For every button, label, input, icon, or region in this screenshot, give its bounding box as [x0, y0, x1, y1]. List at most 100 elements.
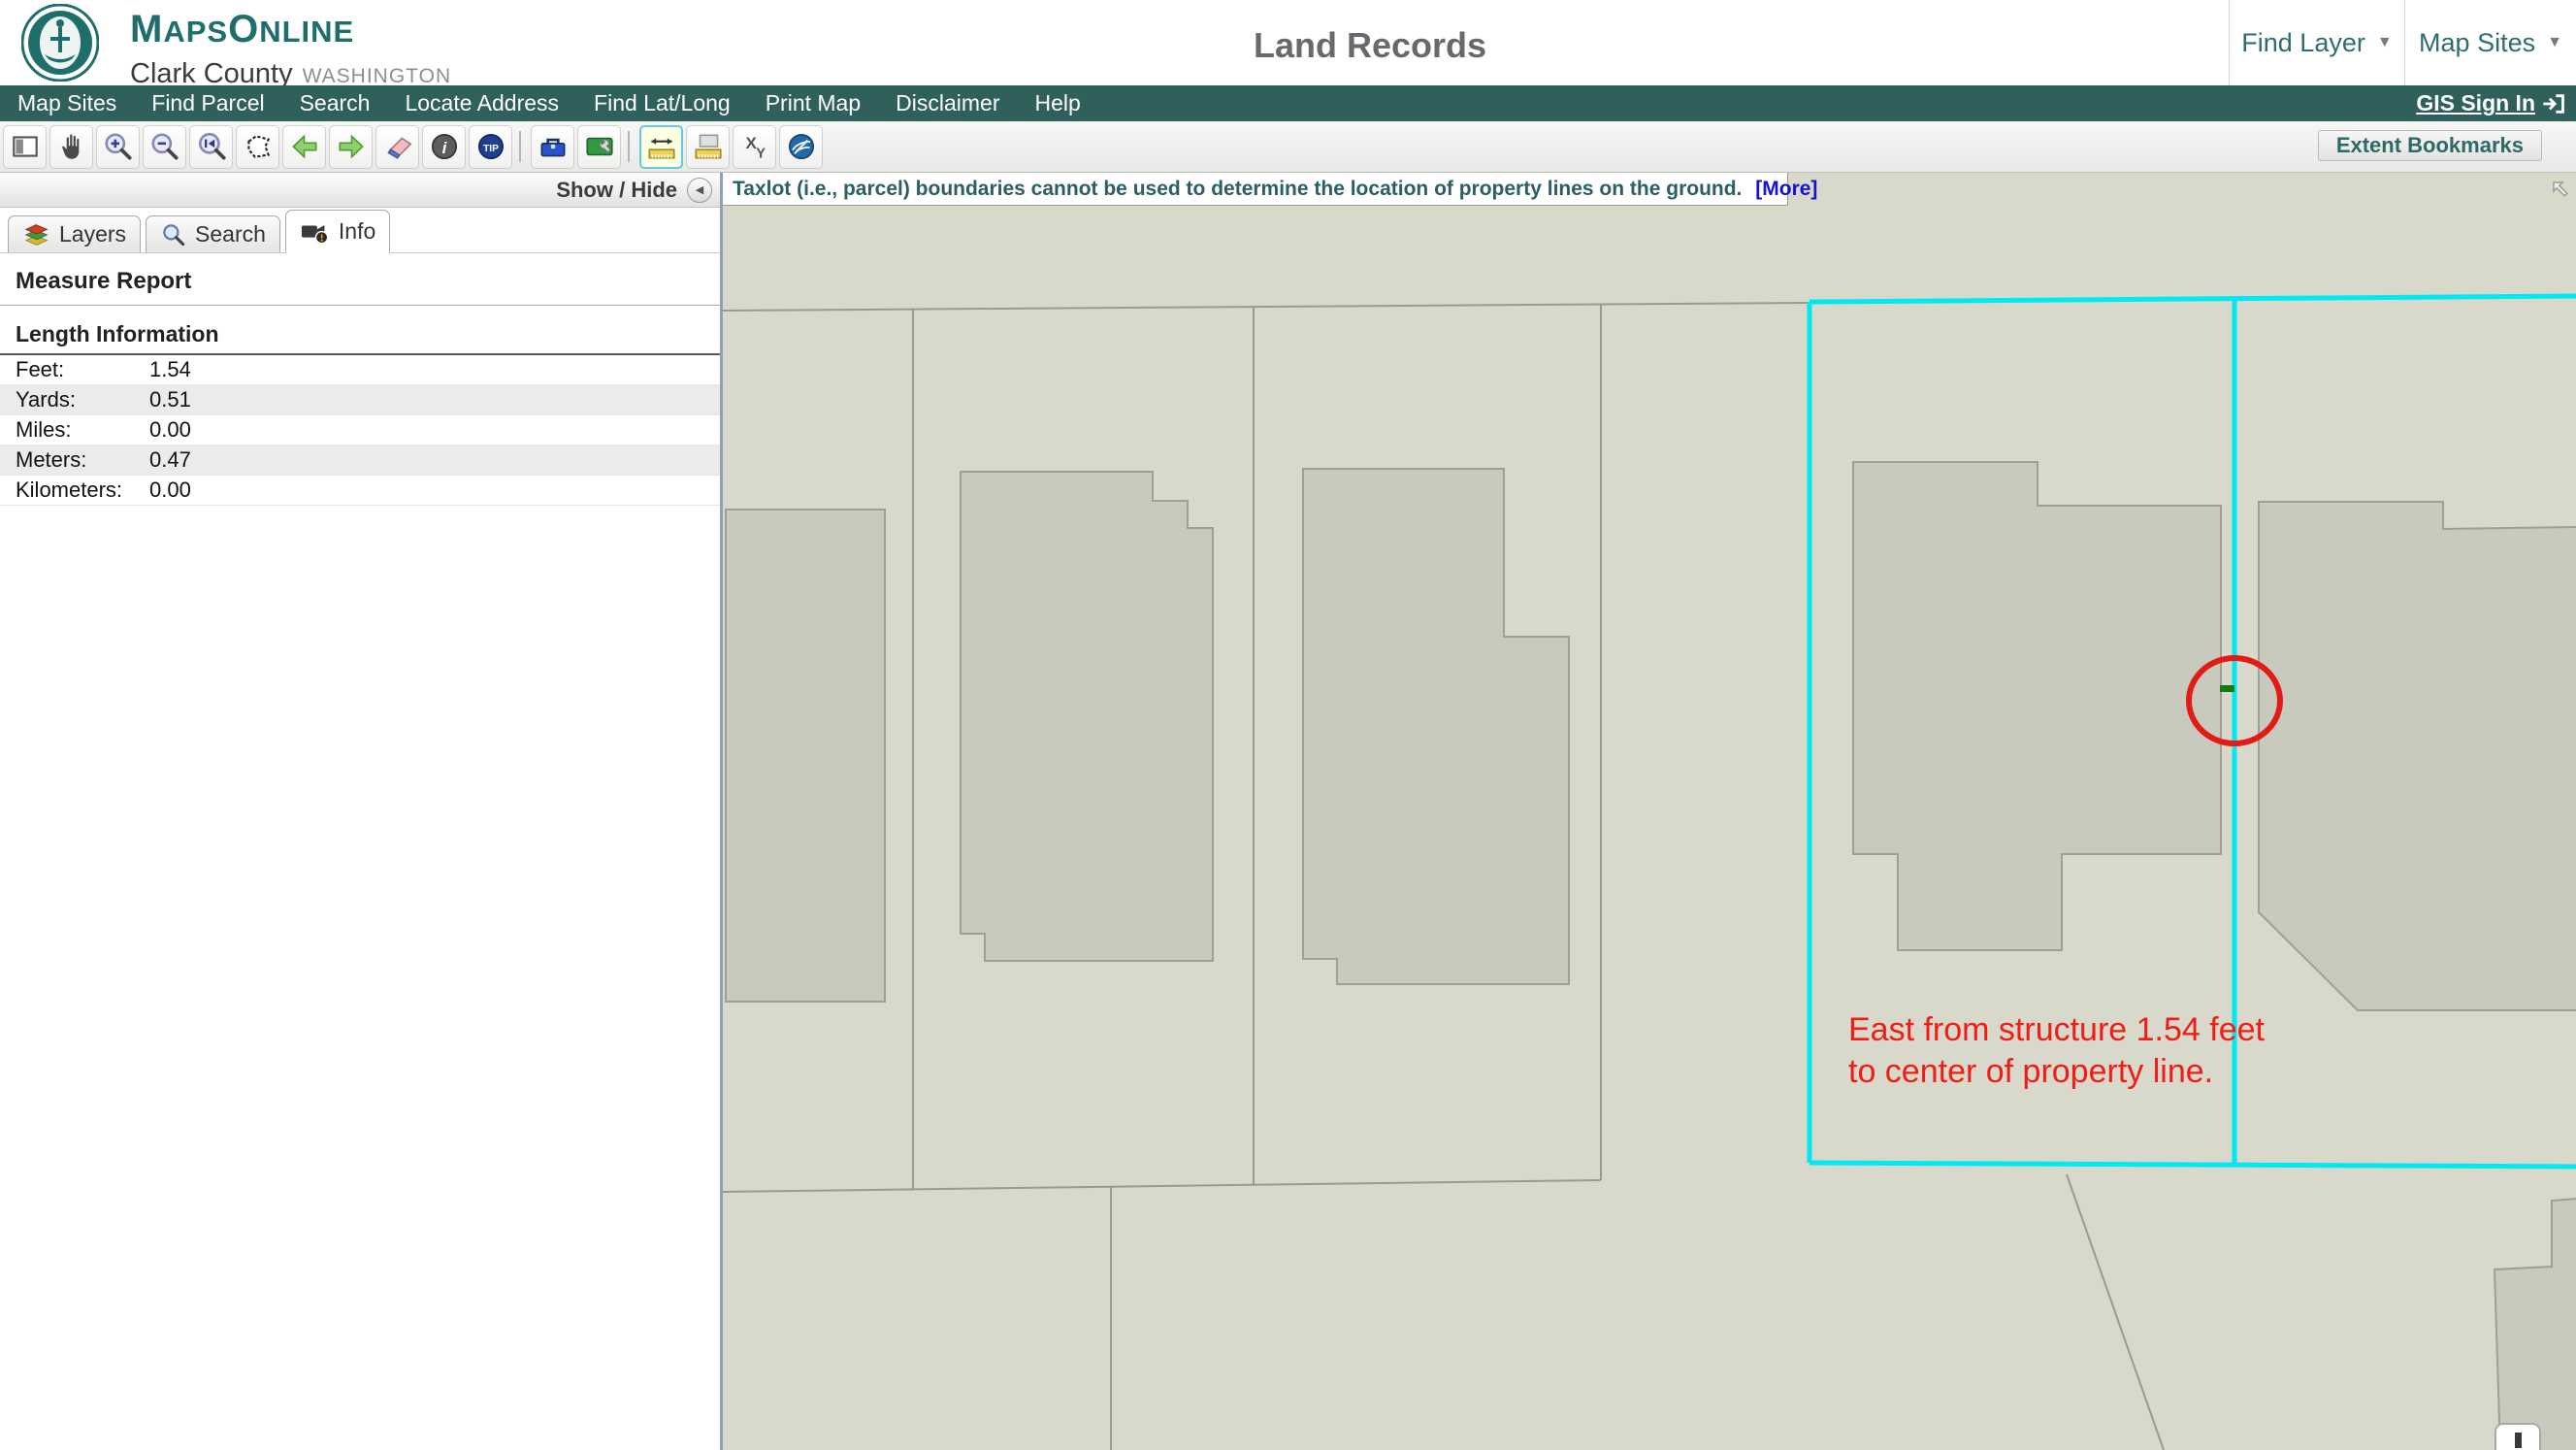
menu-print-map[interactable]: Print Map	[766, 90, 861, 116]
tab-layers-label: Layers	[59, 221, 126, 247]
header: MAPSONLINE Clark CountyWASHINGTON Land R…	[0, 0, 2576, 85]
brand-state: WASHINGTON	[303, 65, 452, 87]
zoom-in-button[interactable]	[96, 125, 140, 169]
measure-row-kilometers: Kilometers: 0.00	[0, 476, 720, 506]
parcel-line	[723, 303, 1810, 311]
menu-find-parcel[interactable]: Find Parcel	[151, 90, 264, 116]
selected-parcel-line	[1810, 1163, 2576, 1167]
sign-in-icon	[2541, 92, 2566, 115]
toolbox-icon	[537, 130, 570, 163]
find-layer-dropdown[interactable]: Find Layer ▼	[2229, 0, 2404, 85]
maps-online-app: MAPSONLINE Clark CountyWASHINGTON Land R…	[0, 0, 2576, 1450]
map-zoom-control-button[interactable]	[2494, 1423, 2541, 1450]
pan-hand-icon	[55, 130, 88, 163]
map-tips-button[interactable]: TIP	[469, 125, 512, 169]
building	[726, 510, 885, 1002]
previous-extent-button[interactable]	[282, 125, 326, 169]
tab-info[interactable]: Info	[285, 210, 390, 253]
show-hide-label: Show / Hide	[556, 178, 677, 203]
tip-icon: TIP	[474, 130, 507, 163]
sidebar-tabs: Layers Search	[0, 209, 720, 253]
measure-row-feet: Feet: 1.54	[0, 355, 720, 385]
pan-northwest-arrow-icon[interactable]	[2549, 178, 2572, 201]
polygon-select-button[interactable]	[236, 125, 279, 169]
menu-find-latlong[interactable]: Find Lat/Long	[594, 90, 731, 116]
measure-area-button[interactable]	[686, 125, 730, 169]
zoom-out-icon	[148, 130, 181, 163]
building	[1853, 462, 2221, 950]
tab-search-label: Search	[195, 221, 266, 247]
sidebar-toggle-button[interactable]	[3, 125, 47, 169]
measure-report-title: Measure Report	[0, 254, 720, 305]
building-footprints	[726, 462, 2576, 1450]
eraser-icon	[381, 130, 414, 163]
toolbox-button[interactable]	[531, 125, 574, 169]
map-tools-button[interactable]	[577, 125, 621, 169]
pan-tool-button[interactable]	[49, 125, 93, 169]
chevron-down-icon: ▼	[2377, 34, 2393, 51]
building	[2494, 1199, 2576, 1450]
menu-disclaimer[interactable]: Disclaimer	[896, 90, 999, 116]
parcel-map	[723, 173, 2576, 1450]
svg-text:TIP: TIP	[483, 144, 499, 154]
zoom-control-glyph	[2515, 1433, 2522, 1448]
map-tools-icon	[583, 130, 616, 163]
forward-arrow-icon	[335, 130, 368, 163]
menu-bar: Map Sites Find Parcel Search Locate Addr…	[0, 85, 2576, 121]
zoom-out-button[interactable]	[143, 125, 186, 169]
map-canvas[interactable]: Taxlot (i.e., parcel) boundaries cannot …	[723, 173, 2576, 1450]
building	[961, 472, 1213, 961]
zoom-in-icon	[102, 130, 135, 163]
disclaimer-more-link[interactable]: [More]	[1755, 178, 1817, 200]
sidebar-panel: Show / Hide ◀ Layers	[0, 173, 723, 1450]
chevron-down-icon: ▼	[2547, 34, 2562, 51]
collapse-panel-button[interactable]: ◀	[687, 178, 712, 203]
identify-button[interactable]: i	[422, 125, 466, 169]
parcel-line	[723, 1180, 1601, 1192]
extent-bookmarks-button[interactable]: Extent Bookmarks	[2318, 130, 2542, 161]
polygon-select-icon	[242, 130, 275, 163]
measure-segment	[2220, 685, 2234, 692]
clark-county-seal-logo	[21, 4, 99, 82]
brand-title: MAPSONLINE	[130, 10, 451, 57]
back-arrow-icon	[288, 130, 321, 163]
parcel-line	[2067, 1174, 2164, 1450]
building	[1303, 469, 1569, 984]
xy-coordinates-icon: X Y	[738, 130, 771, 163]
tab-layers[interactable]: Layers	[8, 215, 141, 252]
measure-row-meters: Meters: 0.47	[0, 445, 720, 476]
taxlot-disclaimer-banner: Taxlot (i.e., parcel) boundaries cannot …	[723, 173, 1788, 206]
eraser-button[interactable]	[375, 125, 419, 169]
zoom-full-extent-button[interactable]	[189, 125, 233, 169]
map-sites-dropdown[interactable]: Map Sites ▼	[2404, 0, 2576, 85]
menu-map-sites[interactable]: Map Sites	[17, 90, 116, 116]
geodesic-globe-icon	[785, 130, 818, 163]
toolbar-separator	[628, 131, 630, 162]
menu-search[interactable]: Search	[300, 90, 371, 116]
geodesic-measure-button[interactable]	[779, 125, 823, 169]
page-title: Land Records	[1254, 25, 1486, 66]
zoom-full-extent-icon	[195, 130, 228, 163]
measure-area-icon	[692, 130, 725, 163]
map-annotation-text: East from structure 1.54 feet to center …	[1848, 1009, 2265, 1093]
selected-parcel-line	[1810, 296, 2576, 302]
measure-distance-button[interactable]	[639, 125, 683, 169]
xy-coordinates-button[interactable]: X Y	[733, 125, 776, 169]
search-icon	[160, 221, 187, 248]
gis-sign-in-link[interactable]: GIS Sign In	[2416, 90, 2566, 116]
map-toolbar: i TIP	[0, 121, 2576, 173]
length-information-heading: Length Information	[0, 306, 720, 355]
svg-text:Y: Y	[756, 147, 766, 162]
annotation-line-2: to center of property line.	[1848, 1051, 2265, 1093]
toolbar-separator	[519, 131, 521, 162]
annotation-line-1: East from structure 1.54 feet	[1848, 1009, 2265, 1051]
sidebar-header-strip: Show / Hide ◀	[0, 173, 720, 208]
measure-distance-icon	[645, 130, 678, 163]
sidebar-toggle-icon	[9, 130, 42, 163]
tab-info-label: Info	[339, 218, 375, 245]
tab-search[interactable]: Search	[146, 215, 280, 252]
menu-locate-address[interactable]: Locate Address	[405, 90, 559, 116]
next-extent-button[interactable]	[329, 125, 373, 169]
measure-row-miles: Miles: 0.00	[0, 415, 720, 445]
menu-help[interactable]: Help	[1034, 90, 1080, 116]
